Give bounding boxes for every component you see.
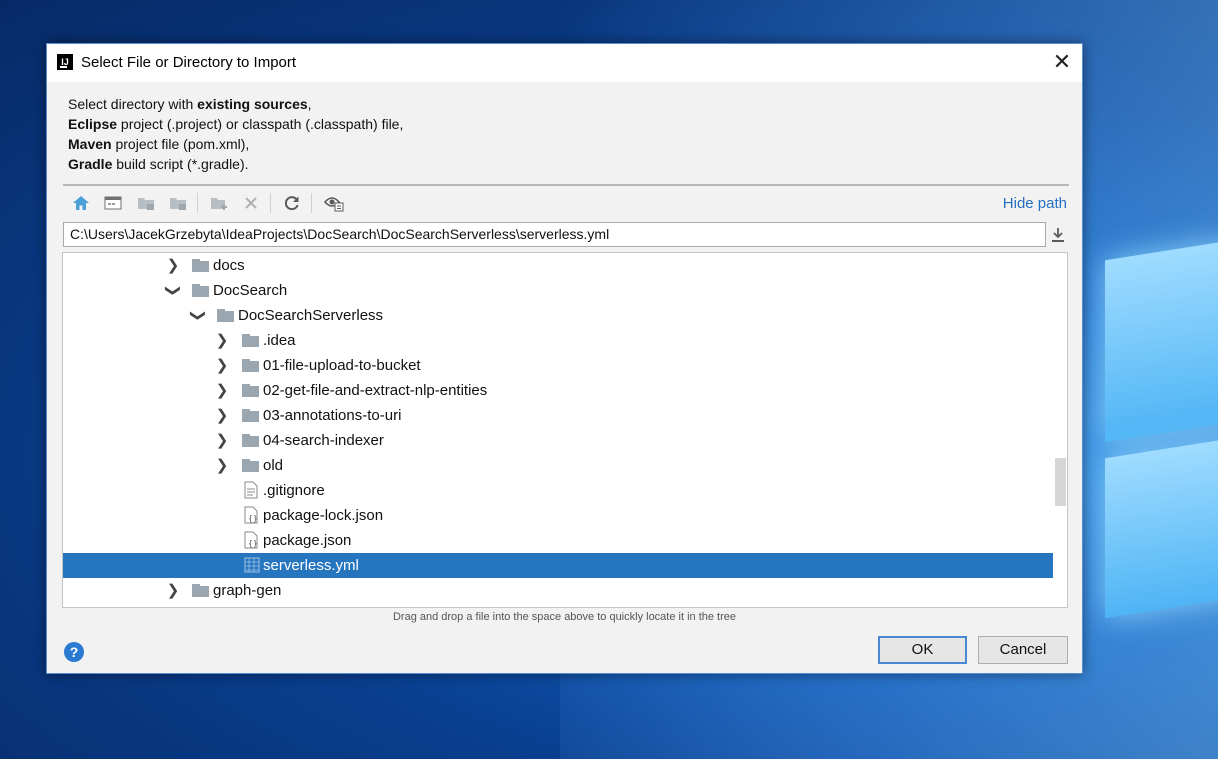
tree-item-docsearchserverless[interactable]: ❯ DocSearchServerless bbox=[63, 303, 1067, 328]
chevron-down-icon[interactable]: ❯ bbox=[161, 283, 186, 299]
folder-icon bbox=[242, 459, 259, 472]
chevron-right-icon[interactable]: ❯ bbox=[214, 353, 230, 378]
import-dialog: IJ Select File or Directory to Import ✕ … bbox=[46, 43, 1083, 674]
chevron-right-icon[interactable]: ❯ bbox=[214, 328, 230, 353]
chevron-down-icon[interactable]: ❯ bbox=[186, 308, 211, 324]
file-tree[interactable]: ❯ docs ❯ DocSearch ❯ DocSearchServerless… bbox=[62, 252, 1068, 608]
refresh-icon[interactable] bbox=[281, 192, 303, 214]
help-icon[interactable]: ? bbox=[64, 642, 84, 662]
chevron-right-icon[interactable]: ❯ bbox=[165, 578, 181, 603]
ok-button[interactable]: OK bbox=[878, 636, 967, 664]
chevron-right-icon[interactable]: ❯ bbox=[165, 253, 181, 278]
svg-text:{}: {} bbox=[248, 514, 258, 523]
download-icon[interactable] bbox=[1047, 224, 1069, 246]
chevron-right-icon[interactable]: ❯ bbox=[214, 453, 230, 478]
home-icon[interactable] bbox=[70, 192, 92, 214]
project-folder-icon bbox=[135, 192, 157, 214]
tree-item-docsearch[interactable]: ❯ DocSearch bbox=[63, 278, 1067, 303]
yml-file-icon bbox=[244, 556, 260, 574]
tree-item-03-annotations-to-uri[interactable]: ❯ 03-annotations-to-uri bbox=[63, 403, 1067, 428]
folder-icon bbox=[217, 309, 234, 322]
windows-logo bbox=[1095, 238, 1218, 619]
chevron-right-icon[interactable]: ❯ bbox=[214, 403, 230, 428]
drag-drop-hint: Drag and drop a file into the space abov… bbox=[392, 611, 737, 623]
close-button[interactable]: ✕ bbox=[1042, 44, 1082, 82]
separator bbox=[63, 184, 1069, 186]
folder-icon bbox=[242, 359, 259, 372]
folder-icon bbox=[192, 284, 209, 297]
folder-icon bbox=[192, 259, 209, 272]
tree-item-gitignore[interactable]: .gitignore bbox=[63, 478, 1067, 503]
toolbar bbox=[65, 189, 425, 217]
tree-item-04-search-indexer[interactable]: ❯ 04-search-indexer bbox=[63, 428, 1067, 453]
tree-item-serverless-yml[interactable]: serverless.yml bbox=[63, 553, 1053, 578]
chevron-right-icon[interactable]: ❯ bbox=[214, 428, 230, 453]
title-bar: IJ Select File or Directory to Import ✕ bbox=[47, 44, 1082, 82]
tree-scrollbar[interactable] bbox=[1055, 458, 1066, 506]
description: Select directory with existing sources, … bbox=[68, 96, 404, 172]
folder-icon bbox=[242, 409, 259, 422]
show-hidden-icon[interactable] bbox=[323, 192, 345, 214]
tree-item-idea[interactable]: ❯ .idea bbox=[63, 328, 1067, 353]
svg-text:{}: {} bbox=[248, 539, 258, 548]
tree-item-01-file-upload-to-bucket[interactable]: ❯ 01-file-upload-to-bucket bbox=[63, 353, 1067, 378]
tree-item-docs[interactable]: ❯ docs bbox=[63, 253, 1067, 278]
folder-icon bbox=[242, 384, 259, 397]
tree-item-package-json[interactable]: {} package.json bbox=[63, 528, 1067, 553]
delete-icon bbox=[240, 192, 262, 214]
json-file-icon: {} bbox=[244, 531, 258, 549]
toolbar-separator bbox=[270, 193, 271, 213]
module-folder-icon bbox=[167, 192, 189, 214]
folder-icon bbox=[242, 434, 259, 447]
cancel-button[interactable]: Cancel bbox=[978, 636, 1068, 664]
toolbar-separator bbox=[197, 193, 198, 213]
tree-item-02-get-file-and-extract-nlp-entities[interactable]: ❯ 02-get-file-and-extract-nlp-entities bbox=[63, 378, 1067, 403]
tree-item-package-lock-json[interactable]: {} package-lock.json bbox=[63, 503, 1067, 528]
new-folder-icon bbox=[208, 192, 230, 214]
dialog-title: Select File or Directory to Import bbox=[81, 54, 297, 71]
folder-icon bbox=[192, 584, 209, 597]
tree-item-old[interactable]: ❯ old bbox=[63, 453, 1067, 478]
tree-item-graph-gen[interactable]: ❯ graph-gen bbox=[63, 578, 1067, 603]
toolbar-separator bbox=[311, 193, 312, 213]
chevron-right-icon[interactable]: ❯ bbox=[214, 378, 230, 403]
path-input[interactable]: C:\Users\JacekGrzebyta\IdeaProjects\DocS… bbox=[63, 222, 1046, 247]
hide-path-link[interactable]: Hide path bbox=[1003, 195, 1067, 212]
intellij-app-icon: IJ bbox=[57, 54, 73, 70]
folder-icon bbox=[242, 334, 259, 347]
desktop-icon[interactable] bbox=[102, 192, 124, 214]
json-file-icon: {} bbox=[244, 506, 258, 524]
text-file-icon bbox=[244, 481, 258, 499]
